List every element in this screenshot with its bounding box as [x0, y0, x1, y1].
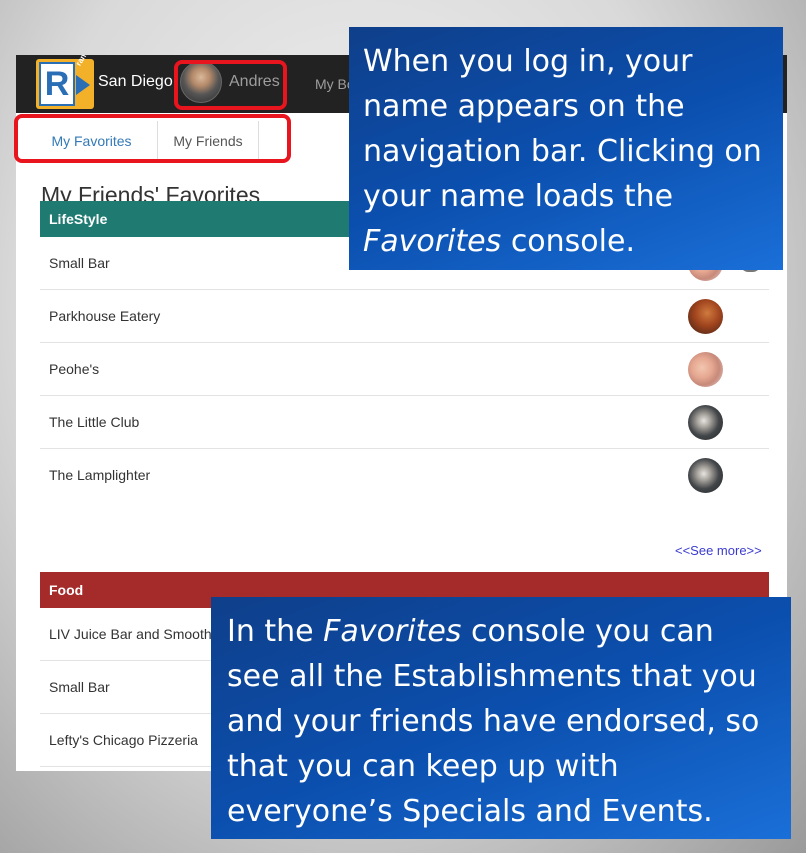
callout-login: When you log in, your name appears on th…	[349, 27, 783, 270]
highlight-user-name	[174, 60, 287, 110]
callout-favorites: In the Favorites console you can see all…	[211, 597, 791, 839]
callout-text: When you log in, your name appears on th…	[363, 44, 762, 214]
friend-avatar-icon[interactable]	[688, 352, 723, 387]
see-more-link[interactable]: <<See more>>	[675, 543, 762, 558]
rankit-logo[interactable]: R rankit	[36, 55, 94, 109]
list-item[interactable]: Parkhouse Eatery	[40, 290, 769, 343]
list-item[interactable]: Peohe's	[40, 343, 769, 396]
establishment-name[interactable]: LIV Juice Bar and Smooth	[49, 626, 212, 642]
logo-arrow-icon	[76, 75, 90, 95]
friend-avatar-icon[interactable]	[688, 299, 723, 334]
establishment-name[interactable]: Lefty's Chicago Pizzeria	[49, 732, 198, 748]
highlight-tabs	[14, 114, 291, 163]
establishment-name[interactable]: The Lamplighter	[49, 467, 150, 483]
establishment-name[interactable]: Parkhouse Eatery	[49, 308, 160, 324]
establishment-name[interactable]: The Little Club	[49, 414, 139, 430]
logo-tag: rankit	[74, 55, 93, 68]
callout-emphasis: Favorites	[363, 224, 502, 259]
city-selector[interactable]: San Diego	[98, 73, 173, 91]
establishment-name[interactable]: Small Bar	[49, 255, 110, 271]
callout-text: console.	[501, 224, 635, 259]
friend-avatar-icon[interactable]	[688, 405, 723, 440]
friend-avatar-icon[interactable]	[688, 458, 723, 493]
callout-text: In the	[227, 614, 324, 649]
logo-letter: R	[39, 62, 75, 106]
list-item[interactable]: The Little Club	[40, 396, 769, 449]
establishment-name[interactable]: Small Bar	[49, 679, 110, 695]
establishment-name[interactable]: Peohe's	[49, 361, 99, 377]
list-item[interactable]: The Lamplighter	[40, 449, 769, 502]
callout-emphasis: Favorites	[323, 614, 462, 649]
